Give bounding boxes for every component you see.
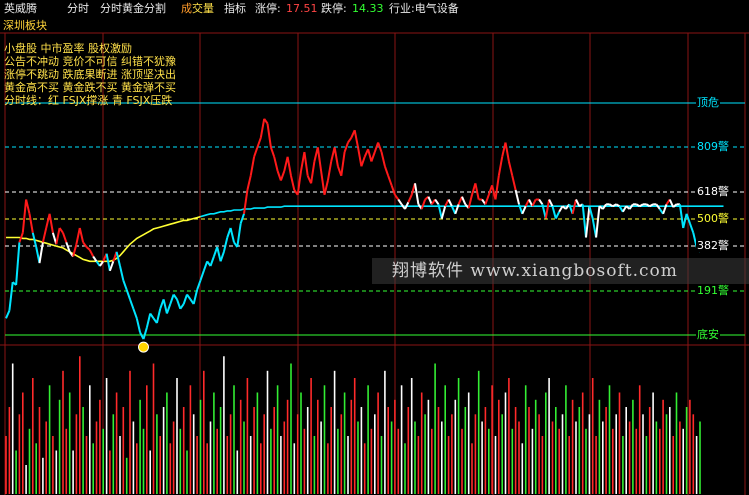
note-line-3: 涨停不跳动 跌底果断进 涨顶坚决出 (4, 68, 176, 81)
level-label-382: 382警 (696, 239, 730, 252)
low-point-marker (138, 341, 149, 353)
limit-up-value: 17.51 (286, 2, 318, 15)
note-line-2: 公告不冲动 竞价不可信 纠错不犹豫 (4, 55, 176, 68)
limit-up-label: 涨停: (255, 2, 281, 15)
industry-label: 行业:电气设备 (389, 2, 459, 15)
tab-volume[interactable]: 成交量 (181, 0, 214, 17)
level-label-618: 618警 (696, 185, 730, 198)
limit-down-label: 跌停: (321, 2, 347, 15)
level-label-500: 500警 (696, 212, 730, 225)
level-label-top: 顶危 (696, 96, 720, 109)
tab-intraday[interactable]: 分时 (67, 0, 89, 17)
watermark-banner: 翔博软件 www.xiangbosoft.com (372, 258, 749, 284)
tab-volume-part1: 成 (181, 2, 192, 15)
stock-name[interactable]: 英威腾 (4, 0, 37, 17)
note-line-4: 黄金高不买 黄金跌不买 黄金弹不买 (4, 81, 176, 94)
tab-golden-section[interactable]: 分时黄金分割 (100, 0, 166, 17)
note-line-5: 分时线：红 FSJX撑涨 青 FSJX压跌 (4, 94, 173, 107)
level-label-191: 191警 (696, 284, 730, 297)
board-label: 深圳板块 (3, 19, 47, 32)
tab-volume-part2: 交量 (192, 2, 214, 15)
watermark-text: 翔博软件 www.xiangbosoft.com (392, 261, 678, 281)
level-label-809: 809警 (696, 140, 730, 153)
top-toolbar: 英威腾 分时 分时黄金分割 成交量 指标 涨停: 17.51 跌停: 14.33… (0, 0, 749, 17)
tab-indicator[interactable]: 指标 (224, 0, 246, 17)
note-line-1: 小盘股 中市盈率 股权激励 (4, 42, 132, 55)
limit-down-value: 14.33 (352, 2, 384, 15)
level-label-bottom: 底安 (696, 328, 720, 341)
